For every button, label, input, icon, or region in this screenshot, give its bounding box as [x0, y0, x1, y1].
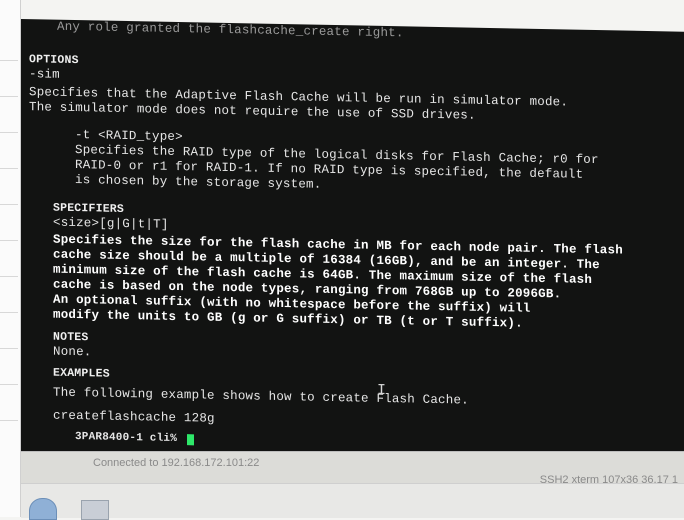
left-window-edge	[0, 0, 21, 517]
terminal-window[interactable]: Any role granted the flashcache_create r…	[21, 19, 684, 464]
monitor-photo: Any role granted the flashcache_create r…	[0, 0, 684, 520]
terminal-line: <size>[g|G|t|T]	[53, 215, 169, 232]
terminal-line: Any role granted the flashcache_create r…	[57, 19, 404, 41]
command-prompt: 3PAR8400-1 cli%	[75, 431, 184, 446]
status-bar: Connected to 192.168.172.101:22 · · · · …	[21, 451, 684, 499]
taskbar-app-button[interactable]	[81, 500, 109, 520]
terminal-line: The following example shows how to creat…	[53, 385, 469, 408]
text-cursor	[187, 434, 194, 446]
mouse-ibeam-icon: I	[377, 381, 387, 400]
terminal-line: SPECIFIERS	[53, 201, 125, 216]
terminal-line: OPTIONS	[29, 53, 79, 68]
terminal-line: createflashcache 128g	[53, 408, 215, 426]
terminal-line: EXAMPLES	[53, 366, 110, 381]
terminal-line: None.	[53, 344, 92, 360]
taskbar	[21, 483, 684, 520]
connection-status: Connected to 192.168.172.101:22	[93, 457, 260, 469]
terminal-line: -sim	[29, 67, 60, 82]
terminal-line: NOTES	[53, 330, 89, 345]
